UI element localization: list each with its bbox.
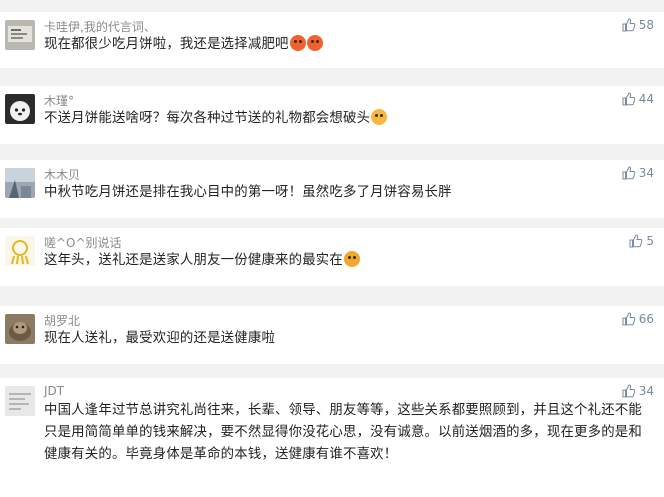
like-button[interactable]: 44 <box>622 92 654 106</box>
like-count: 66 <box>638 312 654 326</box>
avatar[interactable] <box>5 20 35 50</box>
comment-text-content: 中国人逢年过节总讲究礼尚往来，长辈、领导、朋友等等，这些关系都要照顾到，并且这个… <box>44 403 642 462</box>
comment-text: 现在人送礼，最受欢迎的还是送健康啦 <box>44 328 652 350</box>
thumbs-up-icon <box>629 234 643 248</box>
like-count: 5 <box>646 234 654 248</box>
avatar[interactable] <box>5 168 35 198</box>
comment-text-content: 不送月饼能送啥呀？每次各种过节送的礼物都会想破头 <box>44 111 371 126</box>
avatar[interactable] <box>5 386 35 416</box>
comment-text-content: 这年头，送礼还是送家人朋友一份健康来的最实在 <box>44 253 343 268</box>
angry-emoji-icon <box>306 35 323 51</box>
like-count: 58 <box>638 18 654 32</box>
angry-emoji-icon <box>289 35 306 51</box>
like-button[interactable]: 58 <box>622 18 654 32</box>
comment-item: JDT 34 中国人逢年过节总讲究礼尚往来，长辈、领导、朋友等等，这些关系都要照… <box>0 378 664 497</box>
like-count: 44 <box>638 92 654 106</box>
comment-username[interactable]: 胡罗北 <box>44 312 80 329</box>
thumbs-up-icon <box>622 18 636 32</box>
avatar[interactable] <box>5 236 35 266</box>
comment-text: 中国人逢年过节总讲究礼尚往来，长辈、领导、朋友等等，这些关系都要照顾到，并且这个… <box>44 400 652 466</box>
comment-text-content: 现在都很少吃月饼啦，我还是选择减肥吧 <box>44 37 289 52</box>
like-button[interactable]: 66 <box>622 312 654 326</box>
thumbs-up-icon <box>622 92 636 106</box>
comment-username[interactable]: JDT <box>44 384 64 398</box>
comment-username[interactable]: 木木贝 <box>44 166 80 183</box>
comment-text: 现在都很少吃月饼啦，我还是选择减肥吧 <box>44 34 652 56</box>
comment-username[interactable]: 木瑾° <box>44 92 74 109</box>
avatar[interactable] <box>5 314 35 344</box>
money-emoji-icon <box>344 251 360 267</box>
like-button[interactable]: 5 <box>629 234 654 248</box>
comment-item: 嗟^O^别说话 5 这年头，送礼还是送家人朋友一份健康来的最实在 <box>0 228 664 286</box>
comment-text: 中秋节吃月饼还是排在我心目中的第一呀！虽然吃多了月饼容易长胖 <box>44 182 652 204</box>
comment-text: 这年头，送礼还是送家人朋友一份健康来的最实在 <box>44 250 652 272</box>
comment-item: 卡哇伊,我的代言词、 58 现在都很少吃月饼啦，我还是选择减肥吧 <box>0 12 664 68</box>
comment-text: 不送月饼能送啥呀？每次各种过节送的礼物都会想破头 <box>44 108 652 130</box>
comment-item: 胡罗北 66 现在人送礼，最受欢迎的还是送健康啦 <box>0 306 664 364</box>
comment-item: 木木贝 34 中秋节吃月饼还是排在我心目中的第一呀！虽然吃多了月饼容易长胖 <box>0 160 664 218</box>
avatar[interactable] <box>5 94 35 124</box>
thumbs-up-icon <box>622 166 636 180</box>
thumbs-up-icon <box>622 312 636 326</box>
comment-username[interactable]: 卡哇伊,我的代言词、 <box>44 18 156 35</box>
comment-text-content: 中秋节吃月饼还是排在我心目中的第一呀！虽然吃多了月饼容易长胖 <box>44 185 452 200</box>
like-button[interactable]: 34 <box>622 384 654 398</box>
yawn-emoji-icon <box>371 109 388 125</box>
comment-text-content: 现在人送礼，最受欢迎的还是送健康啦 <box>44 331 276 346</box>
comment-username[interactable]: 嗟^O^别说话 <box>44 234 122 251</box>
like-button[interactable]: 34 <box>622 166 654 180</box>
comment-item: 木瑾° 44 不送月饼能送啥呀？每次各种过节送的礼物都会想破头 <box>0 86 664 144</box>
like-count: 34 <box>638 384 654 398</box>
thumbs-up-icon <box>622 384 636 398</box>
like-count: 34 <box>638 166 654 180</box>
